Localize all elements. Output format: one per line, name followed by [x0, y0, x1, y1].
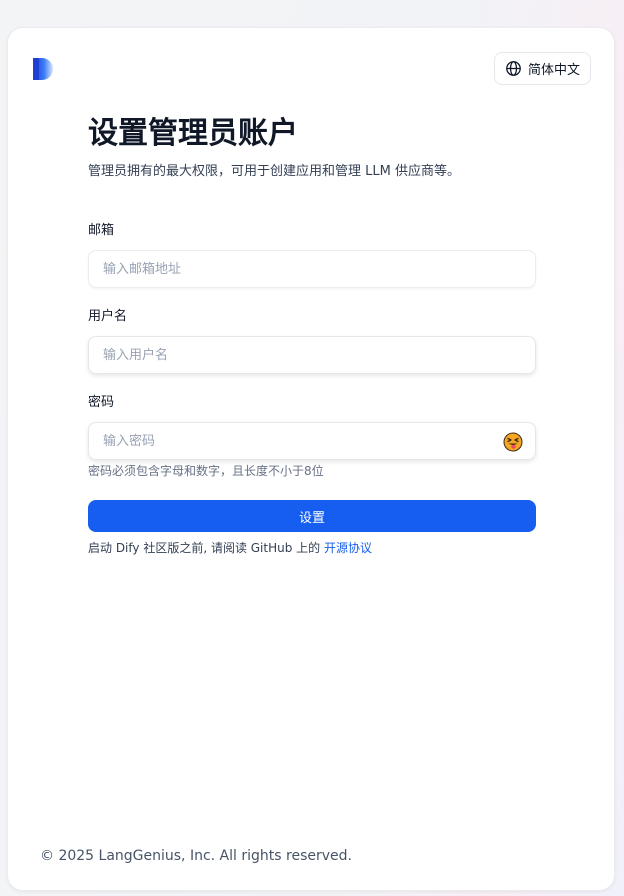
- globe-icon: [506, 61, 521, 76]
- username-field-wrapper: [88, 336, 536, 374]
- dify-logo-icon: [33, 58, 53, 80]
- terms-notice: 启动 Dify 社区版之前, 请阅读 GitHub 上的 开源协议: [88, 538, 372, 558]
- terms-text: 启动 Dify 社区版之前, 请阅读 GitHub 上的: [88, 541, 324, 555]
- page-title: 设置管理员账户: [88, 116, 298, 151]
- email-input[interactable]: [89, 251, 535, 287]
- password-hint: 密码必须包含字母和数字，且长度不小于8位: [88, 464, 324, 478]
- password-label: 密码: [88, 395, 115, 410]
- email-field-wrapper: [88, 250, 536, 288]
- page-subtitle: 管理员拥有的最大权限，可用于创建应用和管理 LLM 供应商等。: [88, 164, 460, 179]
- setup-button[interactable]: 设置: [88, 500, 536, 532]
- username-label: 用户名: [88, 309, 128, 324]
- language-selector[interactable]: 简体中文: [494, 52, 591, 85]
- copyright: © 2025 LangGenius, Inc. All rights reser…: [40, 848, 352, 864]
- password-input[interactable]: [89, 423, 535, 459]
- open-source-license-link[interactable]: 开源协议: [324, 541, 372, 555]
- username-input[interactable]: [89, 337, 535, 373]
- setup-card: 简体中文 设置管理员账户 管理员拥有的最大权限，可用于创建应用和管理 LLM 供…: [7, 27, 615, 891]
- language-label: 简体中文: [527, 63, 580, 78]
- password-field-wrapper: [88, 422, 536, 460]
- email-label: 邮箱: [88, 223, 115, 238]
- emoji-toggle-icon[interactable]: [503, 432, 523, 452]
